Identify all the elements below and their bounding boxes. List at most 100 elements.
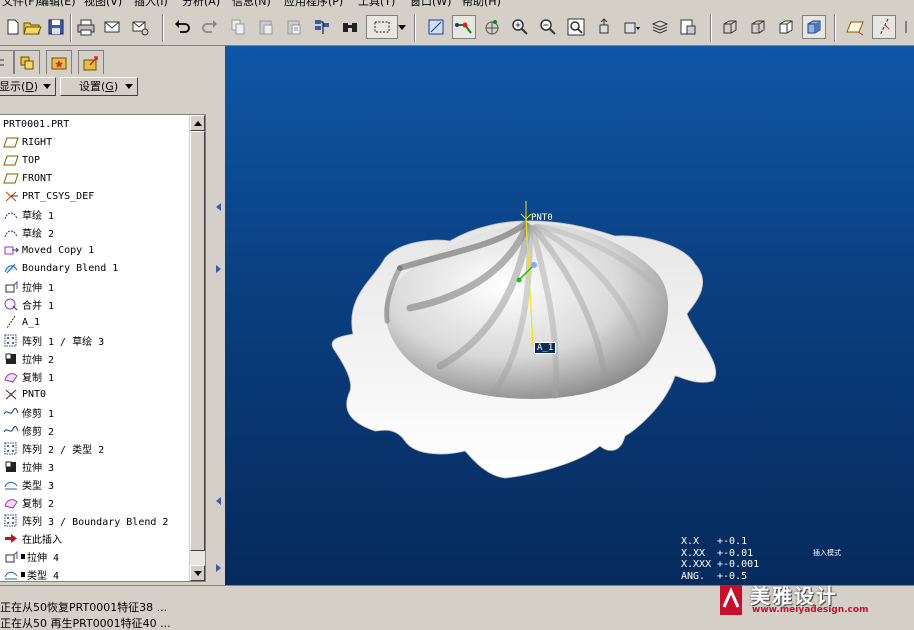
favorites-tab-icon[interactable]	[46, 50, 72, 74]
scroll-down-button[interactable]	[190, 565, 205, 581]
tree-item[interactable]: 阵列 2 / 类型 2	[0, 439, 190, 457]
expand-right-icon[interactable]	[216, 564, 221, 572]
tree-item[interactable]: Boundary Blend 1	[0, 259, 190, 277]
axis-label: A_1	[534, 342, 557, 354]
expand-right-icon[interactable]	[216, 265, 221, 273]
moved-copy-icon	[2, 242, 20, 258]
datum-plane-icon[interactable]	[844, 15, 868, 39]
navigator-tabs	[0, 48, 213, 76]
model-tree-scrollbar[interactable]	[189, 115, 205, 581]
redo-icon[interactable]	[198, 15, 222, 39]
menu-applications[interactable]: 应用程序(P)	[284, 0, 343, 8]
tree-item-label: PNT0	[22, 388, 47, 400]
select-box-icon[interactable]	[366, 15, 398, 39]
tolerance-row: X.XX +-0.01	[681, 547, 754, 559]
model-tree-tab-icon[interactable]	[0, 50, 14, 74]
no-hidden-icon[interactable]	[774, 15, 798, 39]
open-icon[interactable]	[20, 15, 44, 39]
collapse-left-icon[interactable]	[216, 497, 221, 505]
trim-icon	[2, 404, 20, 420]
menu-edit[interactable]: 编辑(E)	[38, 0, 76, 8]
layers-icon[interactable]	[648, 15, 672, 39]
tree-item-label: 拉伸 1	[22, 282, 55, 294]
menu-info[interactable]: 信息(N)	[232, 0, 271, 8]
folder-browser-tab-icon[interactable]	[14, 50, 40, 74]
spin-center-icon[interactable]	[480, 15, 504, 39]
tree-item[interactable]: TOP	[0, 151, 190, 169]
show-menu-button[interactable]: 显示(D)	[0, 77, 56, 96]
graphics-window[interactable]: PNT0 A_1 X.X +-0.1 X.XX +-0.01 X.XXX +-0.00…	[225, 46, 914, 585]
tree-item[interactable]: 类型 3	[0, 475, 190, 493]
tree-item[interactable]: 拉伸 3	[0, 457, 190, 475]
menu-file[interactable]: 文件(F)	[2, 0, 39, 8]
tree-item[interactable]: A_1	[0, 313, 190, 331]
datum-axis-icon	[2, 314, 20, 330]
tree-item[interactable]: 修剪 1	[0, 403, 190, 421]
select-dropdown-icon[interactable]	[396, 15, 408, 39]
scroll-thumb[interactable]	[190, 131, 205, 551]
saved-views-icon[interactable]	[620, 15, 644, 39]
settings-menu-button[interactable]: 设置(G)	[60, 77, 138, 96]
tree-item[interactable]: 复制 2	[0, 493, 190, 511]
connections-tab-icon[interactable]	[78, 50, 104, 74]
tree-item[interactable]: 复制 1	[0, 367, 190, 385]
sketch-view-icon[interactable]	[424, 15, 448, 39]
datum-axis-icon[interactable]	[872, 15, 896, 39]
datum-overflow-icon[interactable]	[896, 15, 914, 39]
menu-analysis[interactable]: 分析(A)	[182, 0, 220, 8]
tree-item[interactable]: Moved Copy 1	[0, 241, 190, 259]
find-icon[interactable]	[338, 15, 362, 39]
paste-special-icon[interactable]	[282, 15, 306, 39]
hidden-line-icon[interactable]	[746, 15, 770, 39]
regenerate-icon[interactable]	[310, 15, 334, 39]
email-icon[interactable]	[100, 15, 124, 39]
save-icon[interactable]	[44, 15, 68, 39]
paste-icon[interactable]	[254, 15, 278, 39]
menu-window[interactable]: 窗口(W)	[410, 0, 451, 8]
tree-item[interactable]: 拉伸 4	[0, 547, 190, 565]
tree-item[interactable]: 阵列 1 / 草绘 3	[0, 331, 190, 349]
zoom-out-icon[interactable]	[536, 15, 560, 39]
refit-icon[interactable]	[564, 15, 588, 39]
collapse-left-icon[interactable]	[216, 203, 221, 211]
email-link-icon[interactable]	[128, 15, 152, 39]
tree-item[interactable]: PRT_CSYS_DEF	[0, 187, 190, 205]
tree-item[interactable]: 草绘 1	[0, 205, 190, 223]
model-tree: PRT0001.PRT RIGHT TOP FRONT PRT_CSYS_DEF 草绘 …	[0, 114, 206, 582]
tree-item[interactable]: PNT0	[0, 385, 190, 403]
tree-item[interactable]: FRONT	[0, 169, 190, 187]
tree-item[interactable]: RIGHT	[0, 133, 190, 151]
tree-item[interactable]: 合并 1	[0, 295, 190, 313]
scroll-up-button[interactable]	[190, 115, 205, 131]
menu-insert[interactable]: 插入(I)	[134, 0, 168, 8]
view-manager-icon[interactable]	[676, 15, 700, 39]
zoom-in-icon[interactable]	[508, 15, 532, 39]
tree-item-label: Moved Copy 1	[22, 244, 95, 256]
reorient-icon[interactable]	[592, 15, 616, 39]
chevron-down-icon	[125, 84, 133, 89]
tree-item[interactable]: 拉伸 1	[0, 277, 190, 295]
tree-item[interactable]: 在此插入	[0, 529, 190, 547]
tree-item[interactable]: 修剪 2	[0, 421, 190, 439]
menu-help[interactable]: 帮助(H)	[462, 0, 501, 8]
print-icon[interactable]	[74, 15, 98, 39]
tree-root-item[interactable]: PRT0001.PRT	[0, 115, 190, 133]
toolbar-separator	[162, 14, 164, 42]
undo-icon[interactable]	[170, 15, 194, 39]
datum-display-icon[interactable]	[452, 15, 476, 39]
toolbar-separator	[414, 14, 416, 42]
tolerance-table: X.X +-0.1 X.XX +-0.01 X.XXX +-0.001 ANG. +-0…	[681, 536, 759, 582]
navigator-panel: 显示(D) 设置(G) PRT0001.PRT RIGHT TOP FRONT PRT…	[0, 46, 213, 585]
wireframe-icon[interactable]	[718, 15, 742, 39]
tree-item[interactable]: 拉伸 2	[0, 349, 190, 367]
tree-item[interactable]: 类型 4	[0, 565, 190, 581]
tree-item[interactable]: 草绘 2	[0, 223, 190, 241]
copy-icon[interactable]	[226, 15, 250, 39]
menu-tools[interactable]: 工具(T)	[358, 0, 395, 8]
panel-sash[interactable]	[213, 46, 225, 585]
shading-icon[interactable]	[802, 15, 826, 39]
tree-item-label: 复制 2	[22, 498, 55, 510]
menu-view[interactable]: 视图(V)	[84, 0, 122, 8]
tree-item[interactable]: 阵列 3 / Boundary Blend 2	[0, 511, 190, 529]
tree-item-label: 阵列 1 / 草绘 3	[22, 336, 105, 348]
